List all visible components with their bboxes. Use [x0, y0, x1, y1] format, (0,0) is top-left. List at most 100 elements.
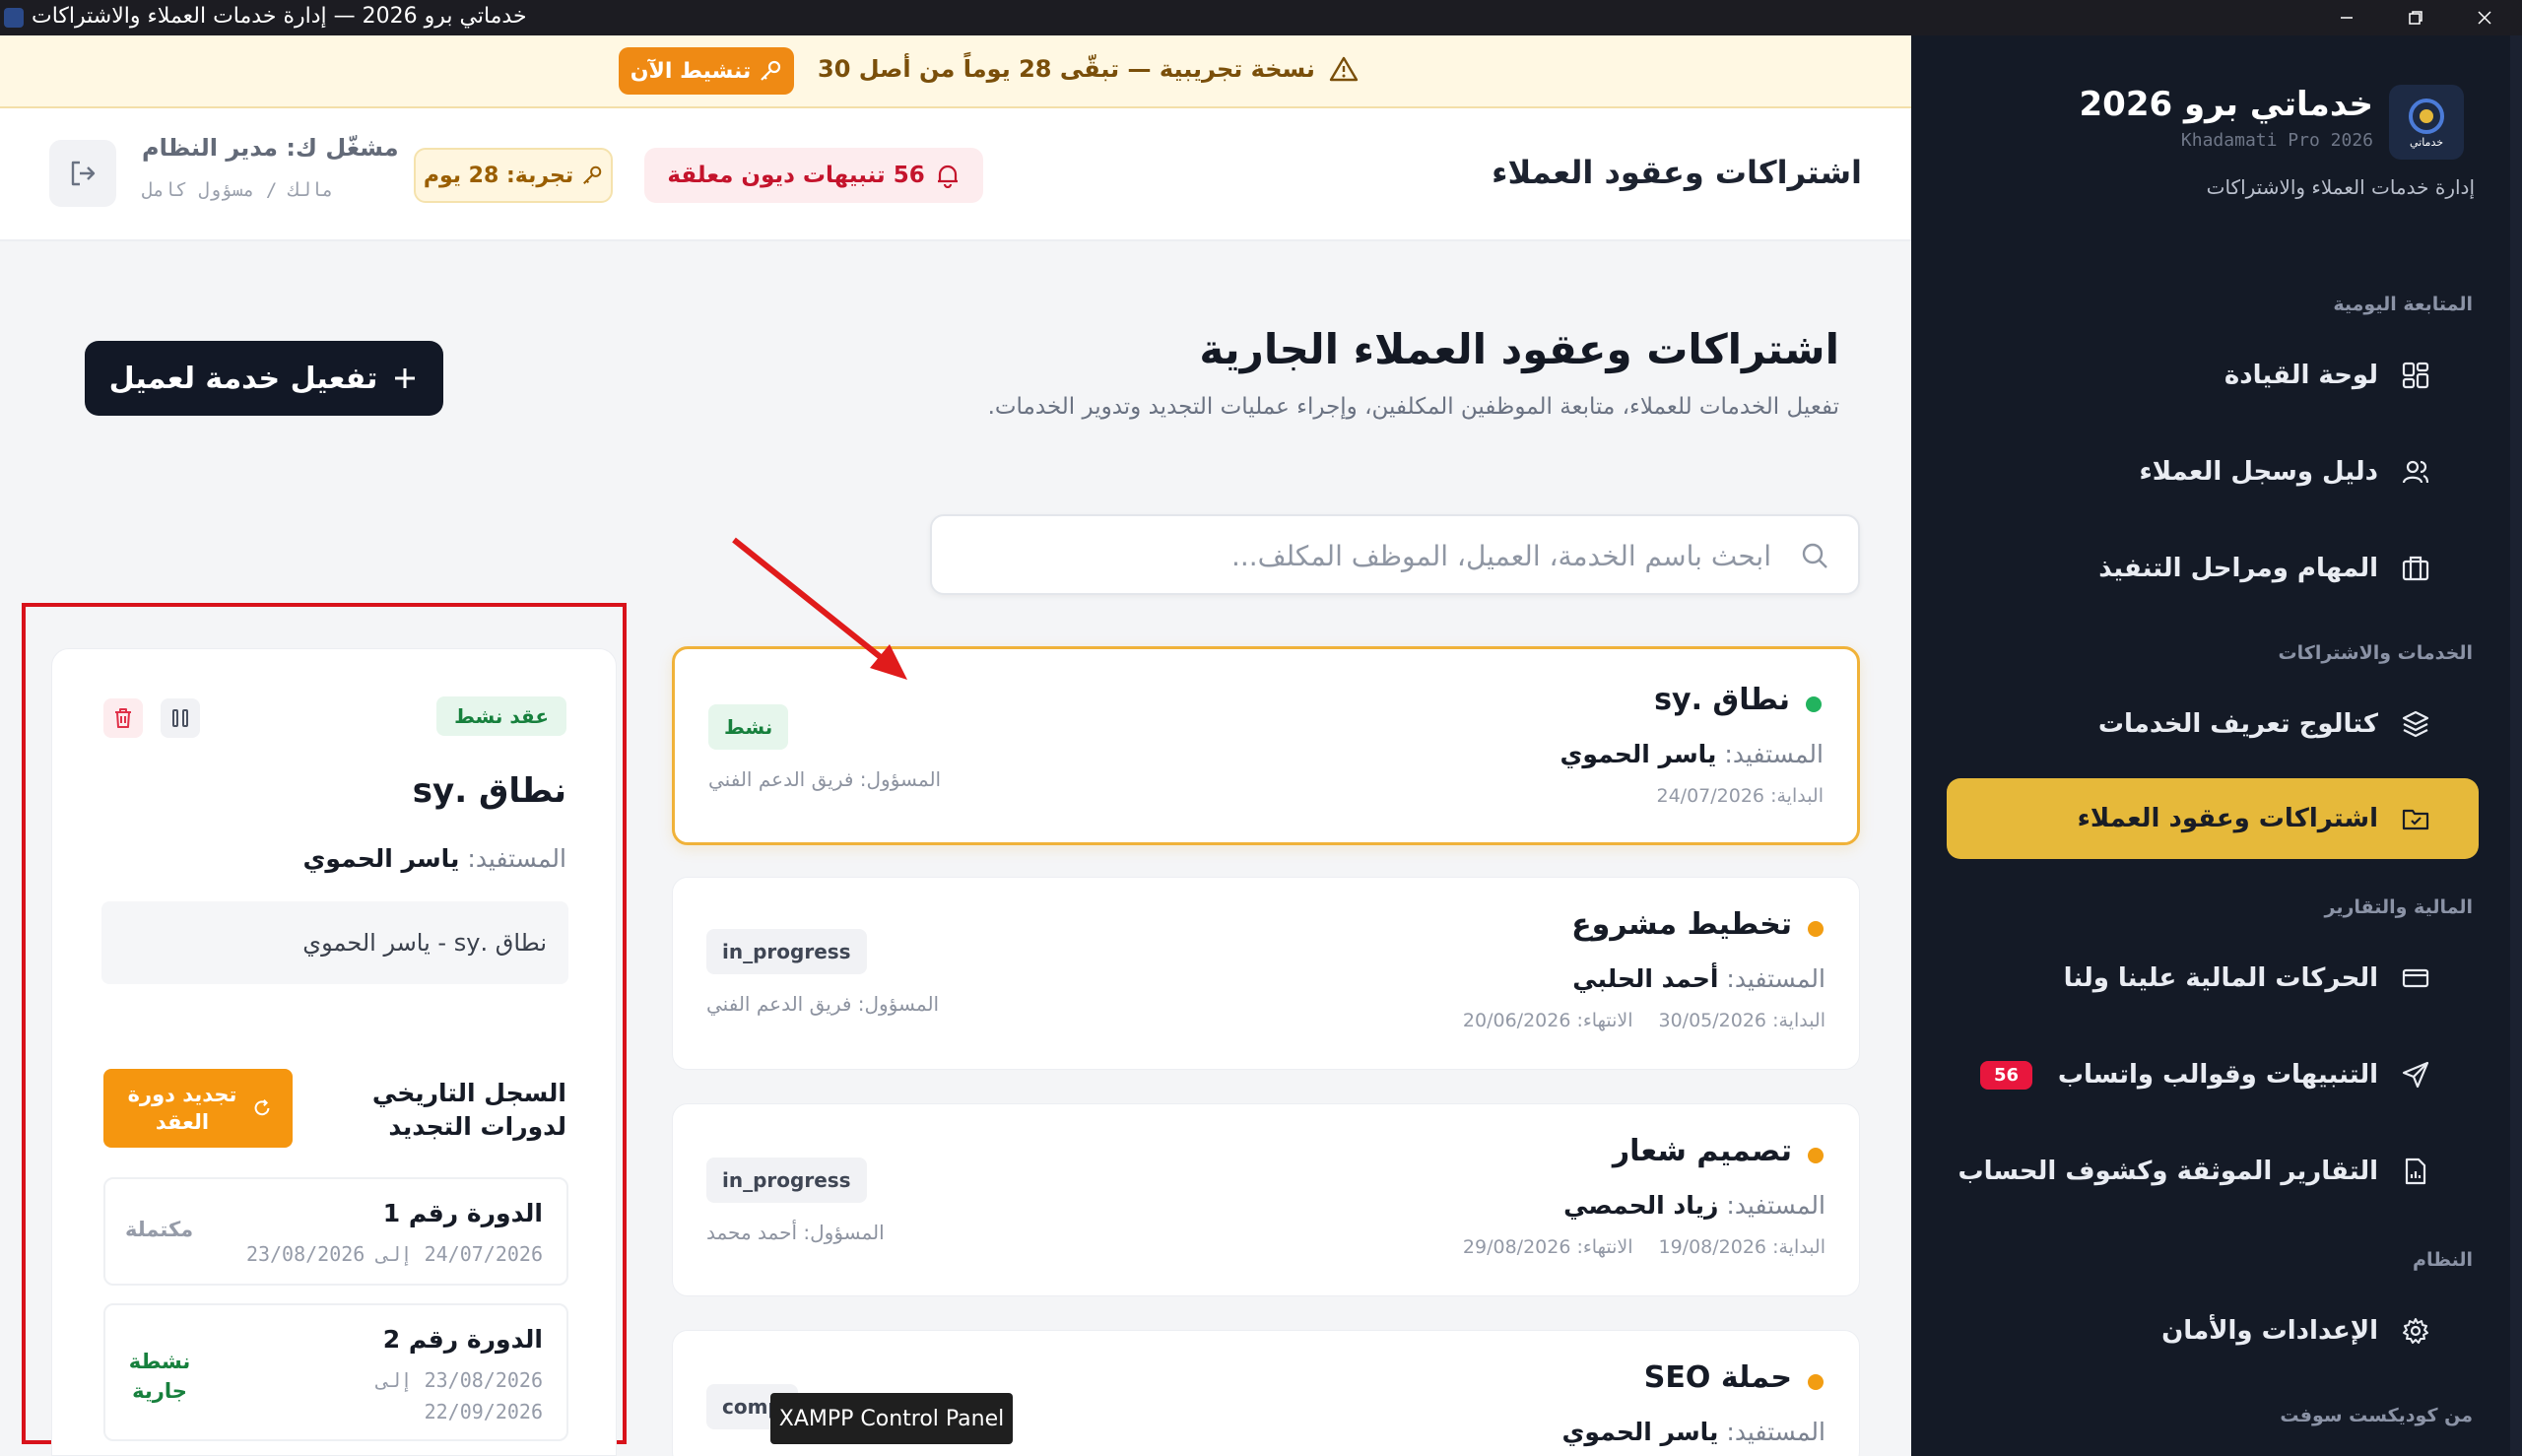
sidebar-item-notifications[interactable]: التنبيهات وقوالب واتساب 56 [1947, 1034, 2479, 1115]
sidebar-item-dashboard[interactable]: لوحة القيادة [1947, 335, 2479, 416]
window-titlebar: خدماتي برو 2026 — إدارة خدمات العملاء وا… [0, 0, 2522, 35]
renew-cycle-button[interactable]: تجديد دورة العقد [103, 1069, 293, 1148]
contract-responsible: المسؤول: فريق الدعم الفني [706, 992, 940, 1016]
trial-message-text: نسخة تجريبية — تبقّى 28 يوماً من أصل 30 [818, 55, 1315, 83]
contract-name: تخطيط مشروع [1571, 907, 1792, 942]
user-name: مشغّل ك: مدير النظام [142, 134, 399, 162]
status-dot [1808, 1374, 1824, 1390]
status-badge: in_progress [706, 929, 867, 974]
detail-beneficiary: المستفيد: ياسر الحموي [302, 844, 567, 873]
app-icon [4, 8, 24, 28]
sidebar-item-label: التنبيهات وقوالب واتساب [2057, 1060, 2378, 1090]
sidebar-item-transactions[interactable]: الحركات المالية علينا ولنا [1947, 938, 2479, 1019]
contract-name: تصميم شعار [1612, 1134, 1792, 1168]
plus-icon [395, 368, 416, 388]
search-input[interactable] [1003, 530, 1771, 581]
sidebar-item-clients[interactable]: دليل وسجل العملاء [1947, 431, 2479, 512]
header-title: اشتراكات وعقود العملاء [1492, 154, 1862, 191]
sidebar-item-label: كتالوج تعريف الخدمات [2097, 709, 2378, 739]
report-icon [2398, 1154, 2433, 1189]
close-button[interactable] [2451, 0, 2518, 35]
renewal-history-title: السجل التاريخي لدورات التجديد [371, 1079, 566, 1141]
cycle-title: الدورة رقم 2 [382, 1325, 543, 1354]
cycle-status: نشطة جارية [128, 1350, 191, 1403]
folder-check-icon [2398, 801, 2433, 836]
brand-description: إدارة خدمات العملاء والاشتراكات [2206, 175, 2475, 199]
delete-button[interactable] [103, 698, 143, 738]
contract-name: حملة SEO [1643, 1360, 1792, 1395]
card-icon [2398, 960, 2433, 996]
warning-icon [1329, 56, 1359, 82]
send-icon [2398, 1057, 2433, 1092]
renewal-cycle-item: الدورة رقم 2 23/08/2026 إلى 22/09/2026 ن… [103, 1303, 568, 1441]
sidebar-item-settings[interactable]: الإعدادات والأمان [1947, 1291, 2479, 1371]
sidebar-item-label: دليل وسجل العملاء [2139, 457, 2378, 487]
trash-icon [115, 708, 131, 728]
maximize-button[interactable] [2382, 0, 2449, 35]
brand-logo: خدماتي [2389, 85, 2464, 160]
cycle-from-date: 23/08/2026 إلى [376, 1368, 543, 1392]
svg-text:خدماتي: خدماتي [2410, 136, 2443, 149]
sidebar-item-label: المهام ومراحل التنفيذ [2098, 554, 2378, 583]
sidebar-item-tasks[interactable]: المهام ومراحل التنفيذ [1947, 528, 2479, 609]
minimize-button[interactable] [2313, 0, 2380, 35]
activate-service-button[interactable]: تفعيل خدمة لعميل [85, 341, 443, 416]
contract-beneficiary: المستفيد: ياسر الحموي [1561, 1418, 1826, 1446]
brand-subtitle: Khadamati Pro 2026 [2180, 130, 2373, 151]
sidebar-item-label: لوحة القيادة [2223, 361, 2378, 390]
activate-now-button[interactable]: تنشيط الآن [619, 47, 794, 95]
cycle-dates: 24/07/2026 إلى 23/08/2026 [245, 1242, 543, 1266]
debt-alerts-pill[interactable]: 56 تنبيهات ديون معلقة [644, 148, 983, 203]
start-date: البداية: 30/05/2026 [1658, 1010, 1826, 1031]
contract-beneficiary: المستفيد: زياد الحمصي [1563, 1191, 1825, 1220]
notifications-count-badge: 56 [1980, 1060, 2033, 1090]
logout-icon [71, 161, 96, 186]
brand-name: خدماتي برو 2026 [2079, 85, 2374, 124]
start-date: البداية: 19/08/2026 [1658, 1236, 1826, 1258]
pause-icon [172, 709, 188, 727]
sidebar-item-subscriptions[interactable]: اشتراكات وعقود العملاء [1947, 778, 2479, 859]
sidebar-item-reports[interactable]: التقارير الموثقة وكشوف الحساب [1947, 1131, 2479, 1212]
top-header: اشتراكات وعقود العملاء 56 تنبيهات ديون م… [0, 108, 1911, 241]
sidebar-item-label: الحركات المالية علينا ولنا [2063, 963, 2378, 993]
status-badge: in_progress [706, 1158, 867, 1203]
contract-dates: البداية: 24/07/2026 [1657, 785, 1825, 807]
close-icon [2478, 11, 2491, 25]
sidebar-item-label: الإعدادات والأمان [2161, 1316, 2378, 1346]
user-role: مالك / مسؤول كامل [142, 179, 334, 201]
contract-dates: البداية: 30/05/2026 الانتهاء: 20/06/2026 [1463, 1010, 1825, 1031]
key-icon [761, 60, 781, 81]
pause-button[interactable] [161, 698, 200, 738]
renewal-cycle-item: الدورة رقم 1 24/07/2026 إلى 23/08/2026 م… [103, 1177, 568, 1286]
cycle-title: الدورة رقم 1 [382, 1199, 543, 1227]
sidebar-scrollbar[interactable] [2510, 35, 2522, 1456]
detail-contract-name: نطاق .sy [412, 771, 566, 811]
minimize-icon [2341, 17, 2353, 19]
trial-message: نسخة تجريبية — تبقّى 28 يوماً من أصل 30 [818, 55, 1359, 83]
end-date: الانتهاء: 20/06/2026 [1462, 1010, 1633, 1031]
refresh-icon [254, 1099, 270, 1116]
trial-banner: نسخة تجريبية — تبقّى 28 يوماً من أصل 30 … [0, 35, 1911, 108]
dashboard-icon [2398, 358, 2433, 393]
taskbar-tooltip: XAMPP Control Panel [770, 1393, 1013, 1444]
contract-card[interactable]: تصميم شعار المستفيد: زياد الحمصي البداية… [672, 1103, 1860, 1296]
section-title-finance: المالية والتقارير [2324, 896, 2473, 918]
gear-icon [2398, 1313, 2433, 1349]
contract-detail-panel: عقد نشط نطاق .sy المستفيد: ياسر الحموي ن… [51, 648, 617, 1456]
section-title-system: النظام [2413, 1249, 2473, 1271]
trial-days-pill: تجربة: 28 يوم [414, 148, 613, 203]
section-title-vendor: من كوديكست سوفت [2280, 1405, 2473, 1426]
layers-icon [2398, 706, 2433, 742]
contract-dates: البداية: 19/08/2026 الانتهاء: 29/08/2026 [1463, 1236, 1825, 1258]
users-icon [2398, 454, 2433, 490]
logout-button[interactable] [49, 140, 116, 207]
contract-card[interactable]: تخطيط مشروع المستفيد: أحمد الحلبي البداي… [672, 877, 1860, 1070]
status-dot [1808, 1148, 1824, 1163]
start-date: البداية: 24/07/2026 [1656, 785, 1825, 807]
sidebar-item-label: التقارير الموثقة وكشوف الحساب [1958, 1157, 2378, 1186]
section-title-services: الخدمات والاشتراكات [2278, 642, 2473, 664]
bell-icon [937, 165, 958, 188]
window-title: خدماتي برو 2026 — إدارة خدمات العملاء وا… [32, 4, 527, 29]
contract-status-badge: عقد نشط [436, 696, 566, 736]
sidebar-item-catalog[interactable]: كتالوج تعريف الخدمات [1947, 684, 2479, 764]
